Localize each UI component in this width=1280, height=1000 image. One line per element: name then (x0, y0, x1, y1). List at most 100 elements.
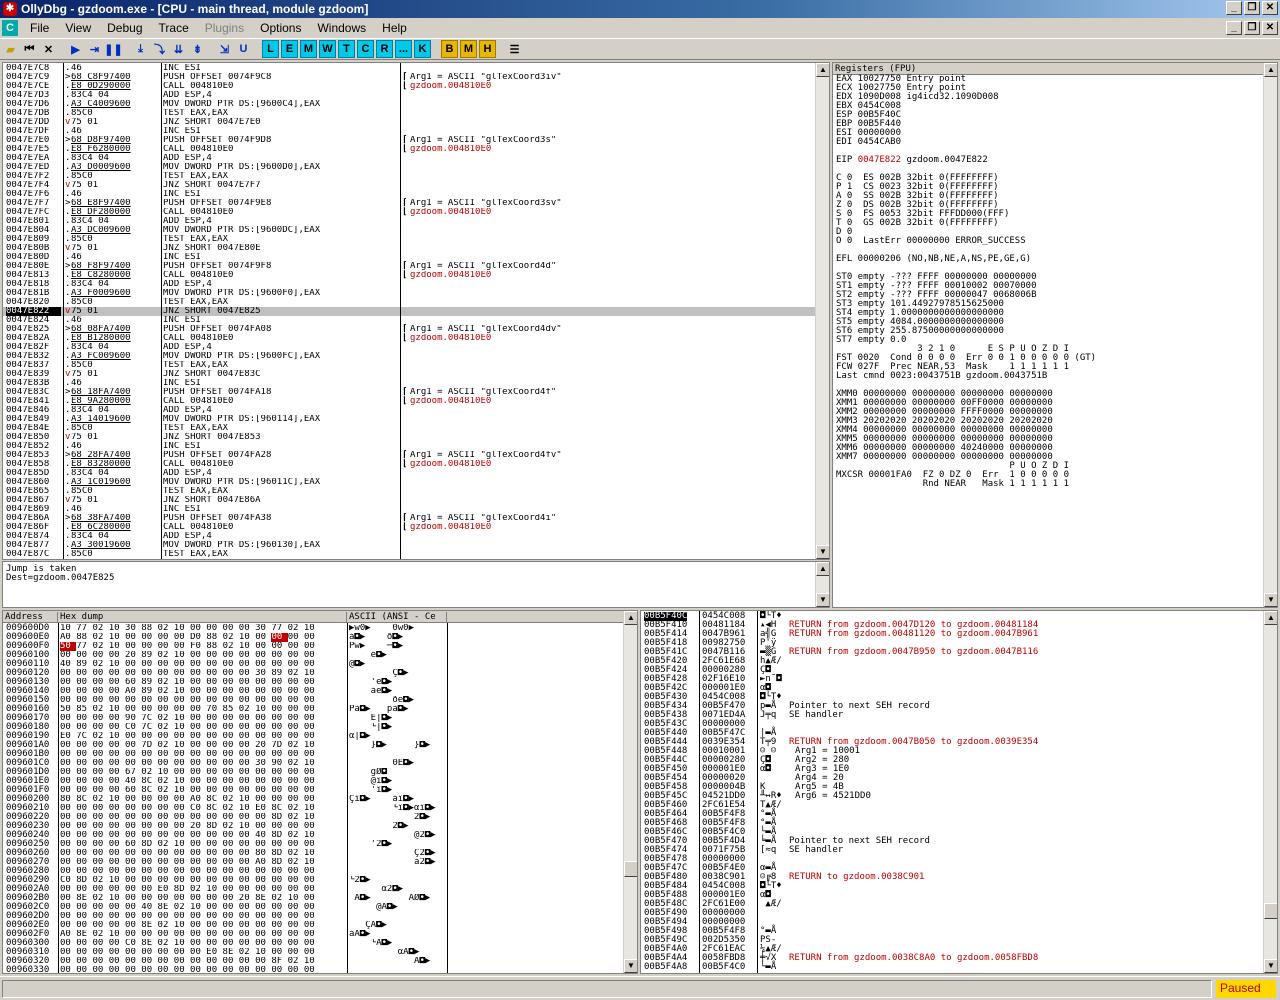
dump-row[interactable]: 00960300 00 00 00 00 C0 8E 02 10 00 00 00… (3, 939, 637, 948)
disasm-row[interactable]: 0047E824. 46 INC ESI (3, 316, 815, 325)
disasm-row[interactable]: 0047E809. 85C0 TEST EAX,EAX (3, 235, 815, 244)
dump-row[interactable]: 009602E0 00 00 00 00 00 8E 02 10 00 00 00… (3, 921, 637, 930)
dump-row[interactable]: 009600E0 A0 88 02 10 00 00 00 00 D0 88 02… (3, 633, 637, 642)
disasm-row[interactable]: ⌈ 0047E80E >68 F8F97400 PUSH OFFSET 0074F9F… (3, 262, 815, 271)
pause-icon[interactable]: ❚❚ (104, 40, 122, 58)
toolbar-btn-hardware-breakpoints[interactable]: H (479, 40, 496, 58)
disasm-row[interactable]: 0047E877. A3 30019600 MOV DWORD PTR DS:[96… (3, 541, 815, 550)
run-icon[interactable]: ▶ (67, 40, 84, 58)
trace-over-icon[interactable]: ⇟ (189, 40, 206, 58)
disasm-row[interactable]: 0047E83B. 46 INC ESI (3, 379, 815, 388)
disasm-row[interactable]: 0047E860. A3 1C019600 MOV DWORD PTR DS:[96… (3, 478, 815, 487)
disasm-row[interactable]: 0047E80B v 75 01 JNZ SHORT 0047E80E (3, 244, 815, 253)
disasm-row[interactable]: ⌊ 0047E7FC. E8 DF280000 CALL 004810E0 gzdoom… (3, 208, 815, 217)
toolbar-btn-call-stack[interactable]: K (414, 40, 431, 58)
disasm-row[interactable]: ⌊ 0047E7E5. E8 F6280000 CALL 004810E0 gzdoom… (3, 145, 815, 154)
registers-scrollbar[interactable]: ▲ ▼ (1263, 63, 1277, 607)
disasm-row[interactable]: 0047E81B. A3 F0009600 MOV DWORD PTR DS:[96… (3, 289, 815, 298)
toolbar-btn-threads[interactable]: T (338, 40, 355, 58)
disasm-row[interactable]: ⌈ 0047E825 >68 08FA7400 PUSH OFFSET 0074FA0… (3, 325, 815, 334)
register-line[interactable]: EBX 0454C008 (836, 102, 1277, 111)
disasm-row[interactable]: 0047E804. A3 DC009600 MOV DWORD PTR DS:[96… (3, 226, 815, 235)
toolbar-btn-run-trace[interactable]: ... (395, 40, 412, 58)
dump-row[interactable]: 00960290 C0 8D 02 10 00 00 00 00 00 00 00… (3, 876, 637, 885)
stack-scroll-thumb[interactable] (1264, 903, 1277, 919)
disasm-row[interactable]: 0047E7F4 v 75 01 JNZ SHORT 0047E7F7 (3, 181, 815, 190)
dump-header-hex[interactable]: Hex dump (58, 612, 347, 623)
toolbar-btn-references[interactable]: R (376, 40, 393, 58)
list-menu-icon[interactable]: ☰ (506, 40, 523, 58)
dump-row[interactable]: 009602D0 00 00 00 00 00 00 00 00 00 00 00… (3, 912, 637, 921)
close-button[interactable]: ✕ (1262, 1, 1278, 15)
toolbar-btn-cpu[interactable]: C (357, 40, 374, 58)
close-program-icon[interactable]: ✕ (40, 40, 57, 58)
dump-row[interactable]: 009601E0 00 00 00 00 40 8C 02 10 00 00 00… (3, 777, 637, 786)
register-line[interactable]: EDX 1090D008 ig4icd32.1090D008 (836, 93, 1277, 102)
disasm-row[interactable]: 0047E7EA. 83C4 04 ADD ESP,4 (3, 154, 815, 163)
scroll-down-arrow-icon[interactable]: ▼ (1264, 593, 1277, 607)
menu-windows[interactable]: Windows (309, 21, 374, 35)
register-line[interactable]: Rnd NEAR Mask 1 1 1 1 1 1 (836, 480, 1277, 489)
scroll-down-arrow-icon[interactable]: ▼ (624, 959, 637, 973)
scroll-down-arrow-icon[interactable]: ▼ (816, 593, 829, 607)
disasm-row[interactable]: ⌊ 0047E82A. E8 B1280000 CALL 004810E0 gzdoom… (3, 334, 815, 343)
disassembly-scrollbar[interactable]: ▲ ▼ (815, 63, 829, 559)
disasm-row[interactable]: 0047E822 v 75 01 JNZ SHORT 0047E825 (3, 307, 815, 316)
toolbar-btn-log[interactable]: L (262, 40, 279, 58)
scroll-up-arrow-icon[interactable]: ▲ (816, 562, 829, 576)
disasm-row[interactable]: ⌊ 0047E86F. E8 6C280000 CALL 004810E0 gzdoom… (3, 523, 815, 532)
dump-row[interactable]: 00960320 00 00 00 00 00 00 00 00 00 00 00… (3, 957, 637, 966)
disasm-row[interactable]: 0047E869. 46 INC ESI (3, 505, 815, 514)
cpu-window-icon[interactable]: C (2, 20, 18, 36)
disasm-row[interactable]: ⌈ 0047E7F7 >68 E8F97400 PUSH OFFSET 0074F9E… (3, 199, 815, 208)
toolbar-btn-memory[interactable]: M (300, 40, 317, 58)
dump-header-ascii[interactable]: ASCII (ANSI - Ce (347, 612, 447, 623)
execute-till-return-icon[interactable]: ⇲ (216, 40, 233, 58)
disasm-row[interactable]: 0047E874. 83C4 04 ADD ESP,4 (3, 532, 815, 541)
disasm-row[interactable]: 0047E852. 46 INC ESI (3, 442, 815, 451)
disasm-row[interactable]: 0047E846. 83C4 04 ADD ESP,4 (3, 406, 815, 415)
disasm-row[interactable]: ⌈ 0047E7C9 >68 C8F97400 PUSH OFFSET 0074F9C… (3, 73, 815, 82)
stack-pane[interactable]: 00B5F40C 0454C008 ◘└T♦ 00B5F410 00481184 ▴◀H R… (640, 610, 1278, 974)
register-line[interactable]: ESI 00000000 (836, 129, 1277, 138)
disasm-row[interactable]: ⌈ 0047E853 >68 28FA7400 PUSH OFFSET 0074FA2… (3, 451, 815, 460)
dump-row[interactable]: 00960130 00 00 00 00 60 89 02 10 00 00 00… (3, 678, 637, 687)
scroll-down-arrow-icon[interactable]: ▼ (1264, 959, 1277, 973)
register-line[interactable]: EIP 0047E822 gzdoom.0047E822 (836, 156, 1277, 165)
disasm-row[interactable]: 0047E7D3. 83C4 04 ADD ESP,4 (3, 91, 815, 100)
dump-row[interactable]: 00960250 00 00 00 00 60 8D 02 10 00 00 00… (3, 840, 637, 849)
menu-plugins[interactable]: Plugins (197, 21, 252, 35)
register-line[interactable]: EDI 0454CAB0 (836, 138, 1277, 147)
register-line[interactable]: ESP 00B5F40C (836, 111, 1277, 120)
run-thread-icon[interactable]: ⇥ (86, 40, 103, 58)
dump-row[interactable]: 00960280 00 00 00 00 00 00 00 00 00 00 00… (3, 867, 637, 876)
menu-file[interactable]: File (22, 21, 57, 35)
restart-icon[interactable]: ⏮ (21, 40, 38, 58)
info-scrollbar[interactable]: ▲ ▼ (815, 562, 829, 607)
disasm-row[interactable]: ⌊ 0047E7CE. E8 0D290000 CALL 004810E0 gzdoom… (3, 82, 815, 91)
dump-row[interactable]: 00960200 80 8C 02 10 00 00 00 00 A0 8C 02… (3, 795, 637, 804)
dump-row[interactable]: 009601C0 00 00 00 00 00 00 00 00 00 00 00… (3, 759, 637, 768)
disasm-row[interactable]: 0047E84E. 85C0 TEST EAX,EAX (3, 424, 815, 433)
disasm-row[interactable]: 0047E849. A3 14019600 MOV DWORD PTR DS:[96… (3, 415, 815, 424)
disasm-row[interactable]: 0047E867 v 75 01 JNZ SHORT 0047E86A (3, 496, 815, 505)
disasm-row[interactable]: 0047E7F2. 85C0 TEST EAX,EAX (3, 172, 815, 181)
dump-row[interactable]: 00960230 00 00 00 00 00 00 00 00 20 8D 02… (3, 822, 637, 831)
dump-row[interactable]: 00960110 40 89 02 10 00 00 00 00 00 00 00… (3, 660, 637, 669)
disasm-row[interactable]: ⌊ 0047E813. E8 C8280000 CALL 004810E0 gzdoom… (3, 271, 815, 280)
dump-row[interactable]: 00960120 00 00 00 00 00 00 00 00 00 00 00… (3, 669, 637, 678)
disasm-row[interactable]: ⌊ 0047E841. E8 9A280000 CALL 004810E0 gzdoom… (3, 397, 815, 406)
disasm-row[interactable]: 0047E82F. 83C4 04 ADD ESP,4 (3, 343, 815, 352)
dump-row[interactable]: 00960180 00 00 00 00 C0 7C 02 10 00 00 00… (3, 723, 637, 732)
registers-pane[interactable]: Registers (FPU) EAX 10027750 Entry point… (832, 62, 1278, 608)
child-restore-button[interactable]: ❐ (1244, 21, 1260, 35)
dump-row[interactable]: 00960240 00 00 00 00 00 00 00 00 00 00 00… (3, 831, 637, 840)
disasm-row[interactable]: 0047E85D. 83C4 04 ADD ESP,4 (3, 469, 815, 478)
execute-till-user-code-icon[interactable]: U (235, 40, 252, 58)
dump-scroll-thumb[interactable] (624, 861, 637, 877)
register-line[interactable]: EBP 00B5F440 (836, 120, 1277, 129)
maximize-button[interactable]: ❐ (1244, 1, 1260, 15)
dump-scrollbar[interactable]: ▲ ▼ (623, 611, 637, 973)
disasm-row[interactable]: 0047E7C8. 46 INC ESI (3, 64, 815, 73)
disasm-row[interactable]: 0047E87C. 85C0 TEST EAX,EAX (3, 550, 815, 559)
